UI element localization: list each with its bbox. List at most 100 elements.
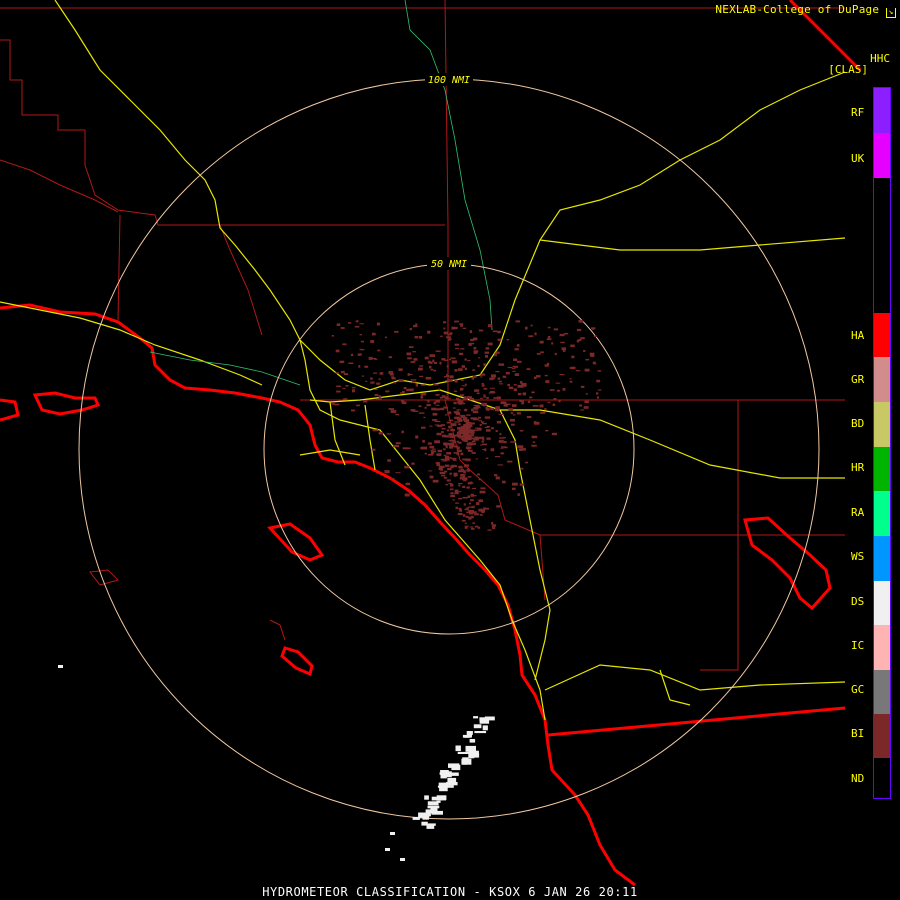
echo-pixel (445, 380, 450, 382)
echo-pixel (512, 404, 517, 407)
echo-pixel (395, 442, 401, 445)
echo-pixel (449, 359, 452, 361)
echo-pixel (405, 482, 411, 486)
echo-pixel (453, 401, 457, 405)
echo-pixel (482, 443, 488, 446)
echo-pixel (539, 404, 544, 408)
echo-pixel (512, 365, 516, 367)
echo-pixel (480, 373, 486, 376)
echo-pixel (585, 393, 588, 395)
echo-pixel (559, 374, 565, 376)
echo-pixel (490, 407, 493, 410)
echo-pixel (507, 366, 513, 369)
echo-pixel (464, 419, 470, 423)
echo-pixel (371, 448, 376, 451)
echo-pixel (424, 406, 427, 409)
echo-pixel (523, 392, 526, 396)
echo-pixel (423, 416, 426, 419)
echo-pixel (452, 499, 455, 501)
dry-snow-echoes (58, 665, 495, 861)
echo-pixel (460, 452, 464, 456)
echo-pixel (400, 392, 405, 394)
echo-pixel (483, 396, 486, 398)
echo-pixel (553, 398, 557, 400)
echo-pixel (404, 493, 410, 497)
echo-pixel (400, 400, 404, 403)
echo-pixel (497, 464, 504, 466)
echo-pixel (472, 495, 477, 497)
echo-pixel (498, 363, 505, 366)
echo-pixel (502, 480, 506, 484)
echo-pixel (472, 440, 475, 442)
echo-pixel (354, 325, 360, 328)
echo-pixel (351, 409, 356, 412)
echo-pixel (510, 418, 515, 422)
echo-pixel (336, 385, 342, 387)
echo-pixel (456, 449, 462, 452)
echo-pixel (481, 402, 487, 406)
echo-pixel (450, 492, 454, 494)
echo-pixel (448, 433, 453, 435)
echo-pixel (336, 323, 341, 326)
echo-pixel (470, 482, 474, 484)
small-islands (89, 569, 286, 641)
echo-pixel (479, 490, 486, 494)
echo-pixel (446, 452, 452, 455)
echo-pixel (473, 522, 476, 524)
echo-pixel (476, 389, 480, 391)
echo-pixel (464, 522, 467, 524)
radar-map: 100 NMI 50 NMI (0, 0, 862, 887)
echo-pixel (456, 417, 462, 420)
echo-pixel (390, 832, 395, 835)
echo-pixel (463, 435, 469, 438)
echo-pixel (444, 359, 449, 361)
echo-pixel (373, 372, 378, 374)
echo-pixel (463, 470, 466, 473)
echo-pixel (569, 378, 572, 380)
echo-pixel (467, 449, 473, 452)
echo-pixel (386, 433, 392, 435)
echo-pixel (477, 473, 480, 476)
echo-pixel (450, 357, 456, 359)
echo-pixel (464, 396, 467, 399)
echo-pixel (340, 327, 345, 329)
echo-pixel (379, 397, 382, 401)
echo-pixel (544, 364, 549, 367)
echo-pixel (429, 365, 432, 369)
echo-pixel (501, 446, 507, 448)
echo-pixel (343, 398, 348, 401)
echo-pixel (471, 527, 475, 530)
echo-pixel (427, 330, 431, 334)
echo-pixel (479, 720, 490, 724)
echo-pixel (446, 365, 449, 368)
echo-pixel (410, 361, 416, 363)
echo-pixel (480, 487, 486, 490)
echo-pixel (448, 425, 451, 429)
echo-pixel (439, 396, 444, 399)
echo-pixel (443, 454, 447, 456)
echo-pixel (531, 391, 535, 394)
echo-pixel (463, 427, 468, 430)
legend-label-ic: IC (851, 639, 865, 652)
echo-pixel (358, 365, 361, 368)
echo-pixel (457, 446, 460, 450)
echo-pixel (393, 444, 399, 448)
echo-pixel (500, 452, 505, 455)
echo-pixel (433, 369, 437, 372)
echo-pixel (592, 361, 596, 365)
echo-pixel (460, 324, 463, 327)
echo-pixel (446, 393, 449, 396)
echo-pixel (585, 358, 590, 361)
echo-pixel (443, 476, 448, 479)
echo-pixel (404, 465, 410, 469)
echo-pixel (514, 348, 519, 351)
echo-pixel (490, 448, 495, 452)
echo-pixel (400, 858, 405, 861)
echo-pixel (485, 429, 491, 432)
echo-pixel (507, 460, 513, 463)
echo-pixel (462, 477, 465, 480)
echo-pixel (457, 751, 469, 754)
echo-pixel (447, 338, 451, 341)
echo-pixel (447, 375, 450, 378)
echo-pixel (487, 529, 492, 531)
